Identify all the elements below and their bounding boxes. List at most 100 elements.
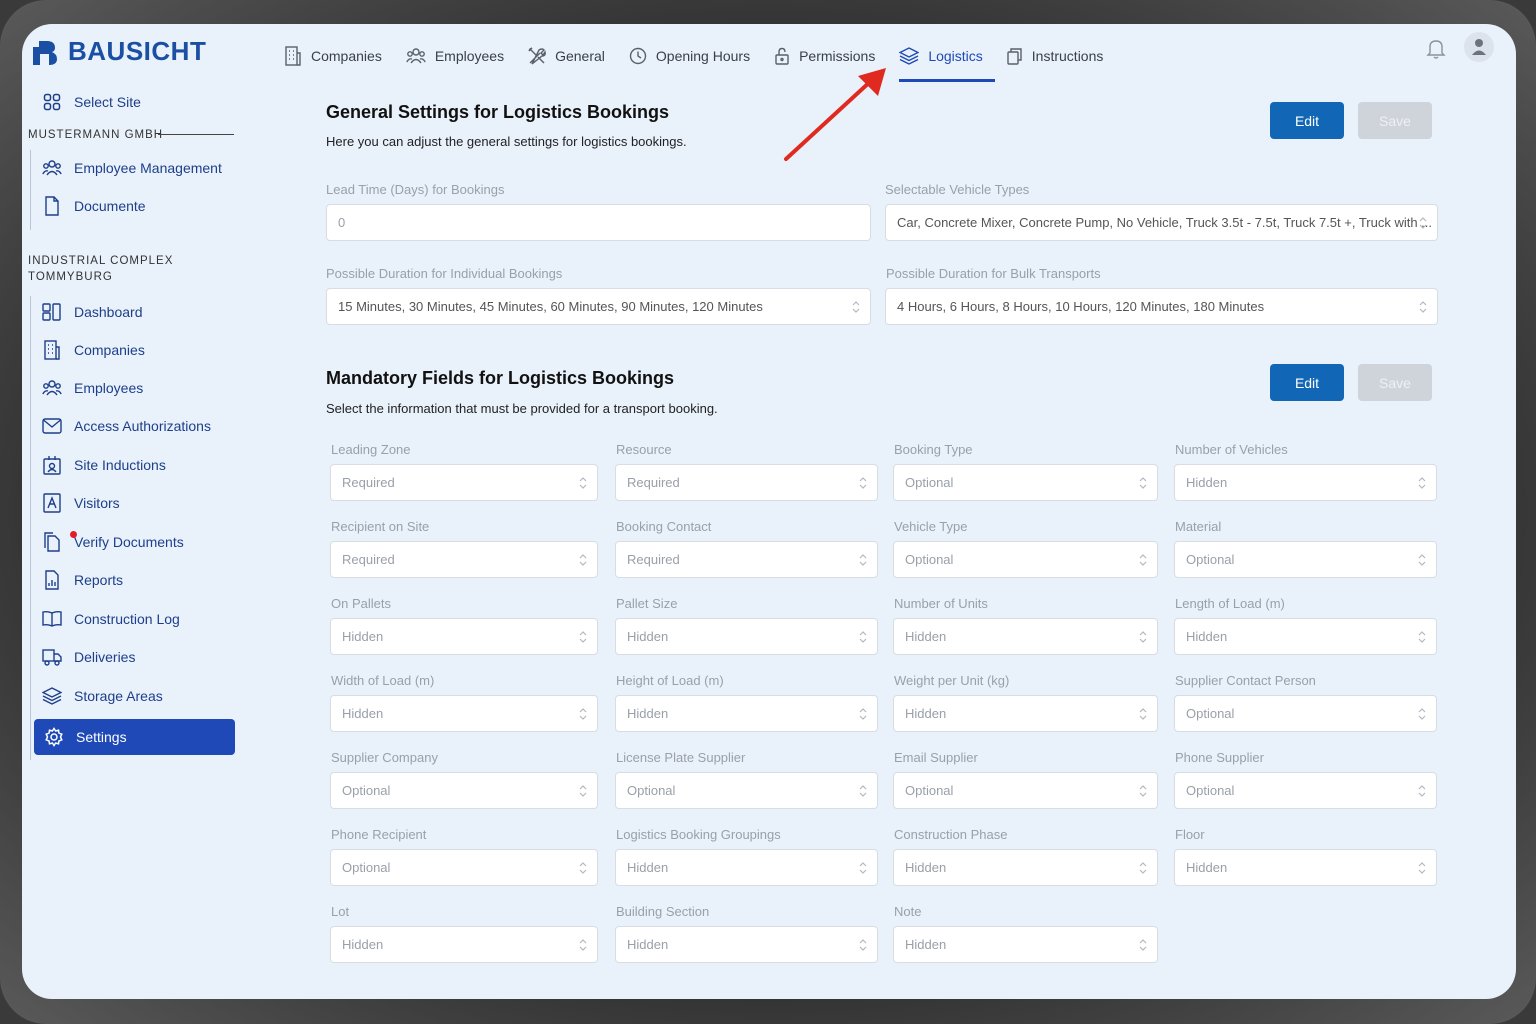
induction-icon: [42, 455, 62, 475]
lead-time-input[interactable]: 0: [326, 204, 871, 241]
layers-icon: [42, 686, 62, 706]
field-select-building-section[interactable]: Hidden: [615, 926, 878, 963]
field-label: On Pallets: [331, 596, 391, 611]
sidebar-item-access-authorizations[interactable]: Access Authorizations: [32, 408, 235, 444]
field-select-value: Required: [342, 475, 395, 490]
chevron-updown-icon: [579, 554, 587, 566]
sidebar-item-label: Deliveries: [74, 649, 136, 665]
chevron-updown-icon: [1418, 477, 1426, 489]
field-select-email-supplier[interactable]: Optional: [893, 772, 1158, 809]
logo[interactable]: BAUSICHT: [30, 36, 206, 67]
field-label: Recipient on Site: [331, 519, 430, 534]
field-select-weight-per-unit-kg[interactable]: Hidden: [893, 695, 1158, 732]
tab-instructions[interactable]: Instructions: [995, 38, 1116, 74]
sidebar-item-label: Employee Management: [74, 160, 222, 176]
field-select-number-of-units[interactable]: Hidden: [893, 618, 1158, 655]
chevron-updown-icon: [1139, 477, 1147, 489]
field-select-booking-contact[interactable]: Required: [615, 541, 878, 578]
sidebar-item-verify-documents[interactable]: Verify Documents: [32, 524, 235, 560]
sidebar-item-dashboard[interactable]: Dashboard: [32, 294, 235, 330]
field-select-value: Optional: [905, 552, 954, 567]
tab-logistics[interactable]: Logistics: [887, 38, 996, 82]
field-label: Email Supplier: [894, 750, 978, 765]
mandatory-edit-button[interactable]: Edit: [1270, 364, 1344, 401]
field-select-supplier-contact-person[interactable]: Optional: [1174, 695, 1437, 732]
field-select-value: Optional: [1186, 552, 1235, 567]
field-select-supplier-company[interactable]: Optional: [330, 772, 598, 809]
field-select-material[interactable]: Optional: [1174, 541, 1437, 578]
sidebar-item-employees[interactable]: Employees: [32, 370, 235, 406]
sidebar-item-visitors[interactable]: Visitors: [32, 485, 235, 521]
sidebar-item-site-inductions[interactable]: Site Inductions: [32, 447, 235, 483]
field-label: Number of Vehicles: [1175, 442, 1288, 457]
field-select-value: Hidden: [1186, 860, 1228, 875]
logo-mark-icon: [30, 37, 60, 67]
field-select-phone-supplier[interactable]: Optional: [1174, 772, 1437, 809]
field-select-length-of-load-m[interactable]: Hidden: [1174, 618, 1437, 655]
tab-general[interactable]: General: [516, 38, 617, 74]
field-select-booking-type[interactable]: Optional: [893, 464, 1158, 501]
bulk-duration-select[interactable]: 4 Hours, 6 Hours, 8 Hours, 10 Hours, 120…: [885, 288, 1438, 325]
bell-icon[interactable]: [1426, 38, 1450, 62]
field-select-on-pallets[interactable]: Hidden: [330, 618, 598, 655]
general-edit-button[interactable]: Edit: [1270, 102, 1344, 139]
field-select-value: Required: [627, 552, 680, 567]
dashboard-icon: [42, 302, 62, 322]
field-label: Building Section: [616, 904, 710, 919]
building-icon: [42, 340, 62, 360]
field-select-vehicle-type[interactable]: Optional: [893, 541, 1158, 578]
tab-label: General: [555, 48, 605, 64]
field-label: Length of Load (m): [1175, 596, 1285, 611]
sidebar-item-companies[interactable]: Companies: [32, 332, 235, 368]
field-select-construction-phase[interactable]: Hidden: [893, 849, 1158, 886]
field-select-value: Optional: [1186, 783, 1235, 798]
sidebar: BAUSICHT Select Site MUSTERMANN GMBH Emp…: [22, 24, 252, 999]
sidebar-item-employee-management[interactable]: Employee Management: [32, 150, 235, 186]
field-select-logistics-booking-groupings[interactable]: Hidden: [615, 849, 878, 886]
field-select-pallet-size[interactable]: Hidden: [615, 618, 878, 655]
field-select-floor[interactable]: Hidden: [1174, 849, 1437, 886]
field-select-note[interactable]: Hidden: [893, 926, 1158, 963]
chevron-updown-icon: [579, 631, 587, 643]
individual-duration-label: Possible Duration for Individual Booking…: [326, 266, 563, 281]
sidebar-item-construction-log[interactable]: Construction Log: [32, 601, 235, 637]
sidebar-item-settings[interactable]: Settings: [34, 719, 235, 755]
avatar[interactable]: [1464, 32, 1494, 62]
sidebar-item-documente[interactable]: Documente: [32, 188, 235, 224]
field-select-width-of-load-m[interactable]: Hidden: [330, 695, 598, 732]
field-select-number-of-vehicles[interactable]: Hidden: [1174, 464, 1437, 501]
select-site-button[interactable]: Select Site: [32, 84, 235, 120]
vehicle-types-select[interactable]: Car, Concrete Mixer, Concrete Pump, No V…: [885, 204, 1438, 241]
chevron-updown-icon: [859, 477, 867, 489]
sidebar-item-label: Dashboard: [74, 304, 143, 320]
sidebar-item-label: Construction Log: [74, 611, 180, 627]
field-label: Height of Load (m): [616, 673, 724, 688]
tab-companies[interactable]: Companies: [272, 38, 394, 74]
tab-employees[interactable]: Employees: [394, 38, 516, 74]
field-select-phone-recipient[interactable]: Optional: [330, 849, 598, 886]
chevron-updown-icon: [1418, 631, 1426, 643]
tab-opening-hours[interactable]: Opening Hours: [617, 38, 762, 74]
mandatory-save-button[interactable]: Save: [1358, 364, 1432, 401]
field-label: Construction Phase: [894, 827, 1008, 842]
field-select-leading-zone[interactable]: Required: [330, 464, 598, 501]
field-select-value: Hidden: [627, 860, 669, 875]
chevron-updown-icon: [852, 301, 860, 313]
field-select-license-plate-supplier[interactable]: Optional: [615, 772, 878, 809]
layers-icon: [899, 46, 920, 66]
field-select-height-of-load-m[interactable]: Hidden: [615, 695, 878, 732]
sidebar-item-deliveries[interactable]: Deliveries: [32, 639, 235, 675]
individual-duration-select[interactable]: 15 Minutes, 30 Minutes, 45 Minutes, 60 M…: [326, 288, 871, 325]
general-save-button[interactable]: Save: [1358, 102, 1432, 139]
org-tree-line: [30, 150, 31, 230]
chevron-updown-icon: [1139, 631, 1147, 643]
chevron-updown-icon: [1139, 862, 1147, 874]
field-select-resource[interactable]: Required: [615, 464, 878, 501]
field-select-lot[interactable]: Hidden: [330, 926, 598, 963]
sidebar-item-storage-areas[interactable]: Storage Areas: [32, 678, 235, 714]
field-select-recipient-on-site[interactable]: Required: [330, 541, 598, 578]
tab-label: Companies: [311, 48, 382, 64]
field-label: Phone Recipient: [331, 827, 427, 842]
chevron-updown-icon: [859, 785, 867, 797]
sidebar-item-reports[interactable]: Reports: [32, 562, 235, 598]
